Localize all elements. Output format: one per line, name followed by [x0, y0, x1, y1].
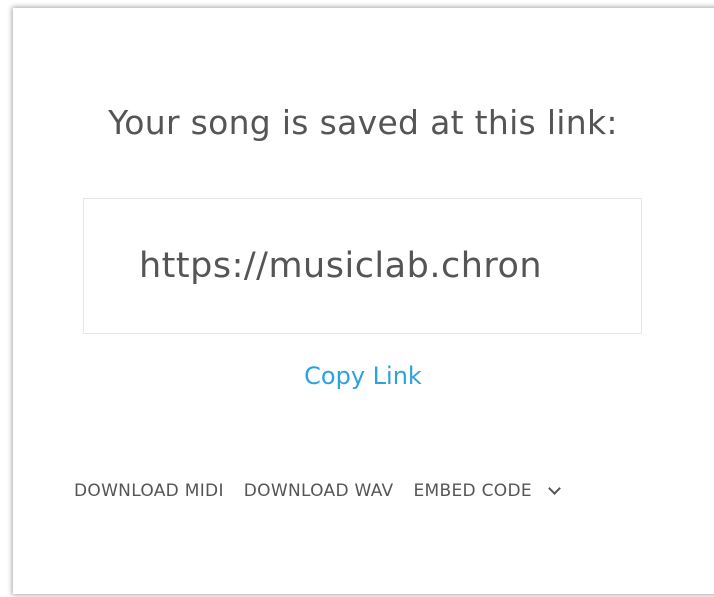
download-midi-button[interactable]: DOWNLOAD MIDI: [74, 481, 224, 501]
download-wav-button[interactable]: DOWNLOAD WAV: [244, 481, 394, 501]
link-box: [83, 198, 642, 334]
download-actions: DOWNLOAD MIDI DOWNLOAD WAV EMBED CODE: [74, 480, 561, 502]
embed-code-button[interactable]: EMBED CODE: [413, 481, 561, 501]
embed-code-label: EMBED CODE: [413, 481, 532, 501]
dialog-heading: Your song is saved at this link:: [108, 103, 618, 142]
page: Your song is saved at this link: Copy Li…: [0, 0, 714, 597]
copy-link-button[interactable]: Copy Link: [0, 362, 714, 390]
chevron-down-icon: [548, 482, 561, 495]
song-link-field[interactable]: [139, 240, 586, 292]
